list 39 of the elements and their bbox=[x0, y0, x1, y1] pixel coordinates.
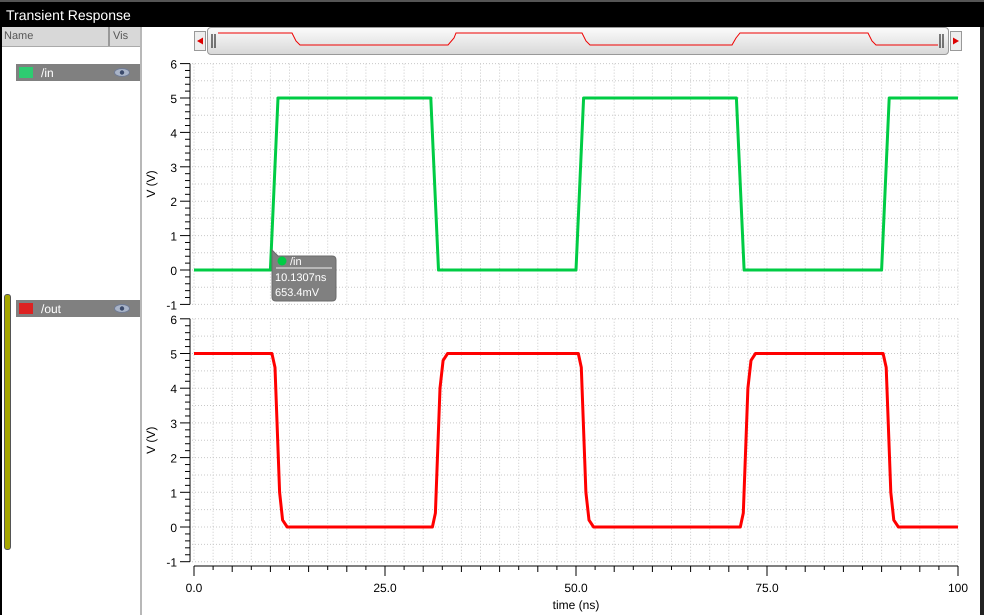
axis-title: time (ns) bbox=[552, 598, 600, 612]
signal-row[interactable]: /in bbox=[16, 64, 140, 81]
tick-label: 1 bbox=[170, 230, 177, 244]
tick-label: 0 bbox=[170, 521, 177, 535]
tick-label: 2 bbox=[170, 195, 177, 210]
marker-value: 653.4mV bbox=[275, 287, 320, 299]
tick-label: 5 bbox=[170, 348, 177, 362]
tick-label: 50.0 bbox=[564, 581, 588, 595]
tick-label: 25.0 bbox=[373, 581, 397, 595]
marker-dot bbox=[278, 256, 286, 266]
tick-label: 0 bbox=[170, 264, 177, 278]
tick-label: 1 bbox=[170, 486, 177, 500]
marker-time: 10.1307ns bbox=[275, 272, 326, 284]
column-header[interactable]: Vis bbox=[110, 27, 128, 46]
tick-label: 3 bbox=[170, 416, 177, 431]
tick-label: 5 bbox=[170, 92, 177, 106]
eye-icon[interactable] bbox=[114, 304, 130, 313]
window-title: Transient Response bbox=[6, 6, 131, 22]
strip-handle[interactable] bbox=[4, 294, 11, 550]
marker-readout bbox=[272, 250, 336, 302]
tick-label: 2 bbox=[170, 452, 177, 466]
tick-label: -1 bbox=[166, 298, 177, 310]
tick-label: -1 bbox=[166, 556, 177, 570]
signal-row[interactable]: /out bbox=[16, 300, 140, 317]
tick-label: 4 bbox=[170, 382, 177, 396]
scroll-right-icon[interactable] bbox=[950, 31, 962, 51]
column-header[interactable]: Name bbox=[2, 27, 110, 46]
tick-label: 0.0 bbox=[186, 581, 202, 595]
tick-label: 6 bbox=[170, 312, 177, 327]
axis-title: V (V) bbox=[144, 426, 158, 454]
tick-label: 100 bbox=[948, 581, 968, 595]
tick-label: 4 bbox=[170, 126, 177, 140]
tick-label: 75.0 bbox=[755, 581, 779, 595]
tick-label: 6 bbox=[170, 58, 177, 72]
tick-label: 3 bbox=[170, 160, 177, 175]
scroll-left-icon[interactable] bbox=[194, 31, 206, 51]
marker-signal: /in bbox=[290, 256, 302, 268]
eye-icon[interactable] bbox=[114, 68, 130, 77]
axis-title: V (V) bbox=[144, 170, 158, 198]
